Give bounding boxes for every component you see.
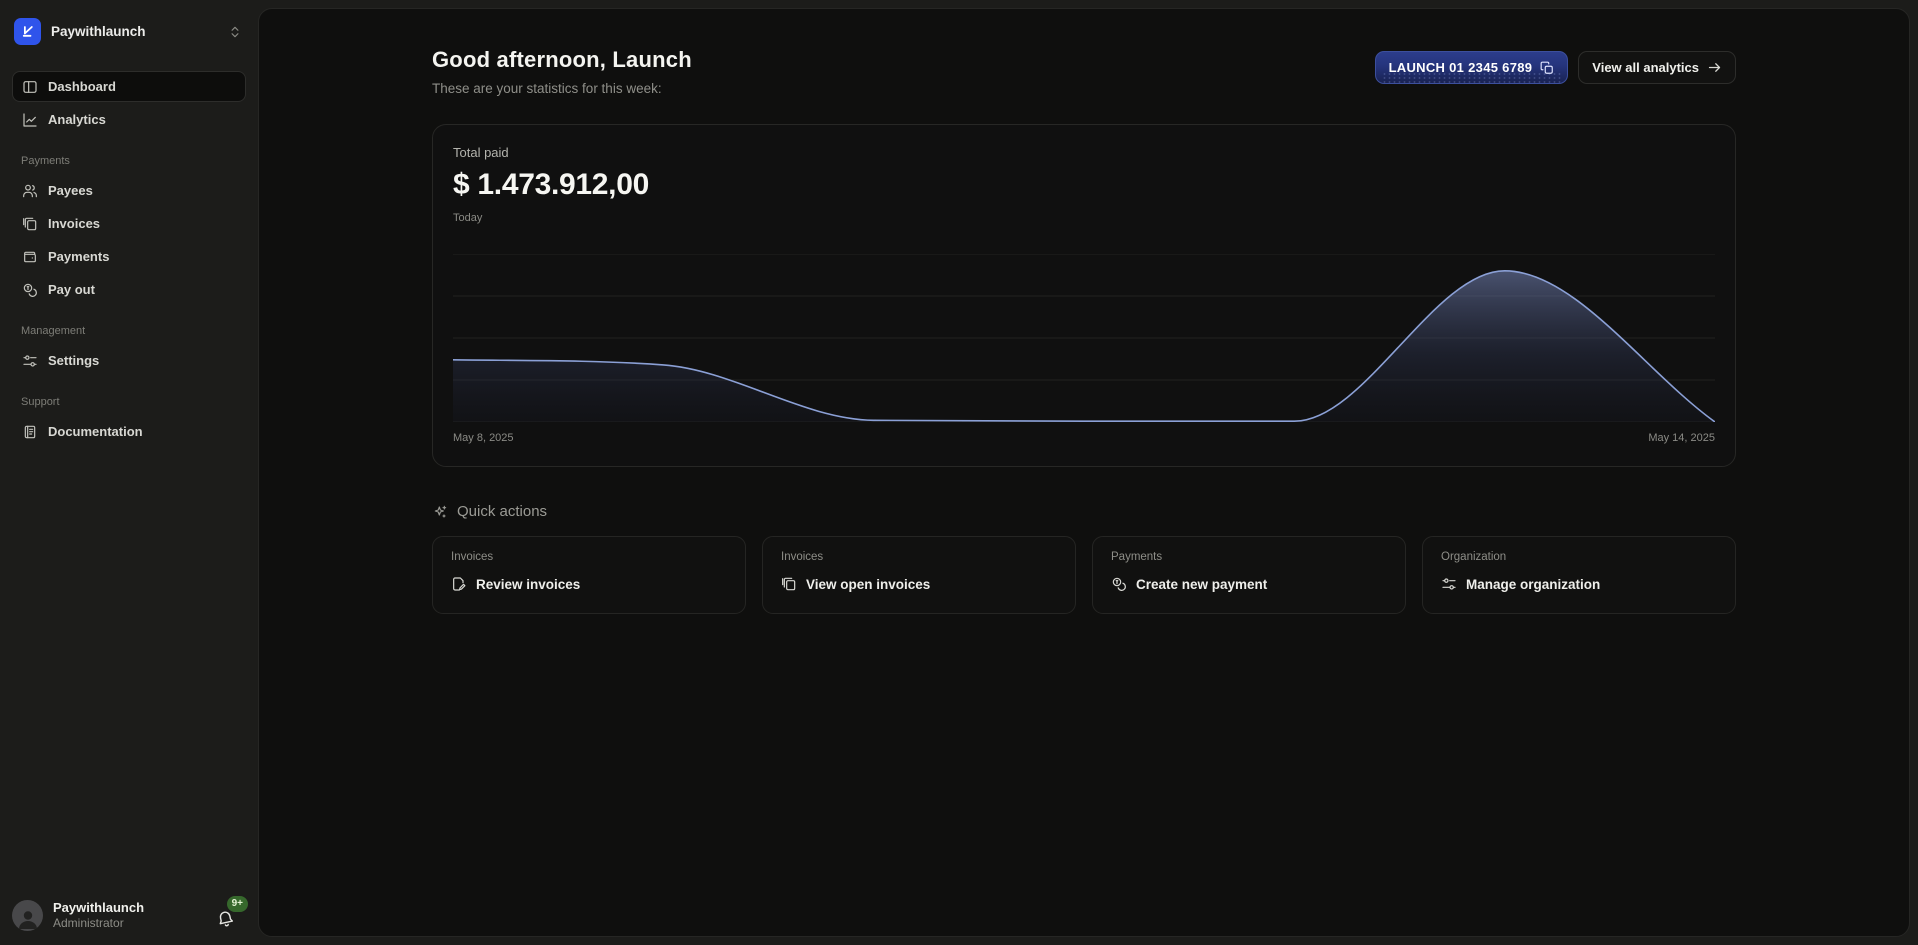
sidebar-item-documentation[interactable]: Documentation — [12, 416, 246, 447]
org-switcher[interactable]: Paywithlaunch — [12, 14, 246, 49]
quick-action-label: Manage organization — [1466, 577, 1600, 592]
quick-action-category: Invoices — [451, 551, 727, 563]
file-pen-icon — [451, 576, 467, 592]
sidebar-item-label: Payments — [48, 249, 109, 264]
page-header: Good afternoon, Launch These are your st… — [432, 47, 1736, 96]
quick-action-create-new-payment[interactable]: Payments Create new payment — [1092, 536, 1406, 614]
sliders-icon — [22, 353, 38, 369]
header-actions: LAUNCH 01 2345 6789 View all analytics — [1375, 51, 1736, 84]
account-number-label: LAUNCH 01 2345 6789 — [1389, 60, 1533, 75]
coins-icon — [22, 282, 38, 298]
sidebar-item-payees[interactable]: Payees — [12, 175, 246, 206]
quick-action-label: Review invoices — [476, 577, 580, 592]
sidebar-item-label: Invoices — [48, 216, 100, 231]
sidebar-item-invoices[interactable]: Invoices — [12, 208, 246, 239]
stacked-documents-icon — [781, 576, 797, 592]
app-logo — [14, 18, 41, 45]
stat-amount: $ 1.473.912,00 — [453, 168, 1715, 202]
quick-action-manage-organization[interactable]: Organization Manage organization — [1422, 536, 1736, 614]
sidebar-item-label: Analytics — [48, 112, 106, 127]
greeting-block: Good afternoon, Launch These are your st… — [432, 47, 692, 96]
sidebar-item-settings[interactable]: Settings — [12, 345, 246, 376]
quick-actions-title: Quick actions — [457, 503, 547, 520]
sidebar-item-payments[interactable]: Payments — [12, 241, 246, 272]
quick-actions-header: Quick actions — [432, 503, 1736, 520]
quick-action-category: Organization — [1441, 551, 1717, 563]
sidebar-item-label: Payees — [48, 183, 93, 198]
launch-logo-icon — [20, 24, 35, 39]
area-chart-svg — [453, 254, 1715, 422]
notification-badge: 9+ — [227, 896, 248, 912]
chart-x-axis-labels: May 8, 2025 May 14, 2025 — [453, 432, 1715, 444]
x-axis-start-label: May 8, 2025 — [453, 432, 514, 444]
sidebar-item-dashboard[interactable]: Dashboard — [12, 71, 246, 102]
avatar — [12, 900, 43, 931]
total-paid-card-head: Total paid $ 1.473.912,00 Today — [433, 145, 1735, 224]
arrow-right-icon — [1707, 60, 1722, 75]
stat-title: Total paid — [453, 145, 1715, 160]
sidebar-item-label: Documentation — [48, 424, 143, 439]
stacked-documents-icon — [22, 216, 38, 232]
sidebar-item-analytics[interactable]: Analytics — [12, 104, 246, 135]
sidebar-user-footer[interactable]: Paywithlaunch Administrator 9+ — [12, 900, 242, 931]
section-title-support: Support — [21, 396, 246, 408]
total-paid-chart — [453, 254, 1715, 422]
quick-action-category: Payments — [1111, 551, 1387, 563]
stat-period: Today — [453, 212, 1715, 224]
user-name: Paywithlaunch — [53, 900, 206, 916]
sidebar-item-pay-out[interactable]: Pay out — [12, 274, 246, 305]
user-role: Administrator — [53, 916, 206, 931]
org-name: Paywithlaunch — [51, 24, 218, 39]
account-number-copy-button[interactable]: LAUNCH 01 2345 6789 — [1375, 51, 1569, 84]
x-axis-end-label: May 14, 2025 — [1648, 432, 1715, 444]
user-info: Paywithlaunch Administrator — [53, 900, 206, 931]
total-paid-card: Total paid $ 1.473.912,00 Today Ma — [432, 124, 1736, 467]
sidebar-item-label: Settings — [48, 353, 99, 368]
quick-action-review-invoices[interactable]: Invoices Review invoices — [432, 536, 746, 614]
quick-actions-row: Invoices Review invoices Invoices View o… — [432, 536, 1736, 614]
sparkles-icon — [432, 504, 448, 520]
coins-icon — [1111, 576, 1127, 592]
section-title-payments: Payments — [21, 155, 246, 167]
main-panel: Good afternoon, Launch These are your st… — [258, 8, 1910, 937]
sidebar-item-label: Dashboard — [48, 79, 116, 94]
copy-icon — [1540, 61, 1554, 75]
page-subtitle: These are your statistics for this week: — [432, 81, 692, 96]
chart-area-fill — [453, 271, 1715, 422]
chevrons-up-down-icon — [228, 25, 242, 39]
line-chart-icon — [22, 112, 38, 128]
quick-action-label: View open invoices — [806, 577, 930, 592]
quick-action-label: Create new payment — [1136, 577, 1267, 592]
quick-action-view-open-invoices[interactable]: Invoices View open invoices — [762, 536, 1076, 614]
view-all-analytics-label: View all analytics — [1592, 60, 1699, 75]
section-title-management: Management — [21, 325, 246, 337]
notifications-button[interactable]: 9+ — [216, 900, 242, 930]
sliders-icon — [1441, 576, 1457, 592]
view-all-analytics-button[interactable]: View all analytics — [1578, 51, 1736, 84]
page-title: Good afternoon, Launch — [432, 47, 692, 73]
book-icon — [22, 424, 38, 440]
wallet-icon — [22, 249, 38, 265]
dashboard-panel-icon — [22, 79, 38, 95]
sidebar: Paywithlaunch Dashboard Analytics Paymen… — [0, 0, 258, 945]
users-icon — [22, 183, 38, 199]
person-icon — [15, 907, 41, 931]
sidebar-item-label: Pay out — [48, 282, 95, 297]
quick-action-category: Invoices — [781, 551, 1057, 563]
